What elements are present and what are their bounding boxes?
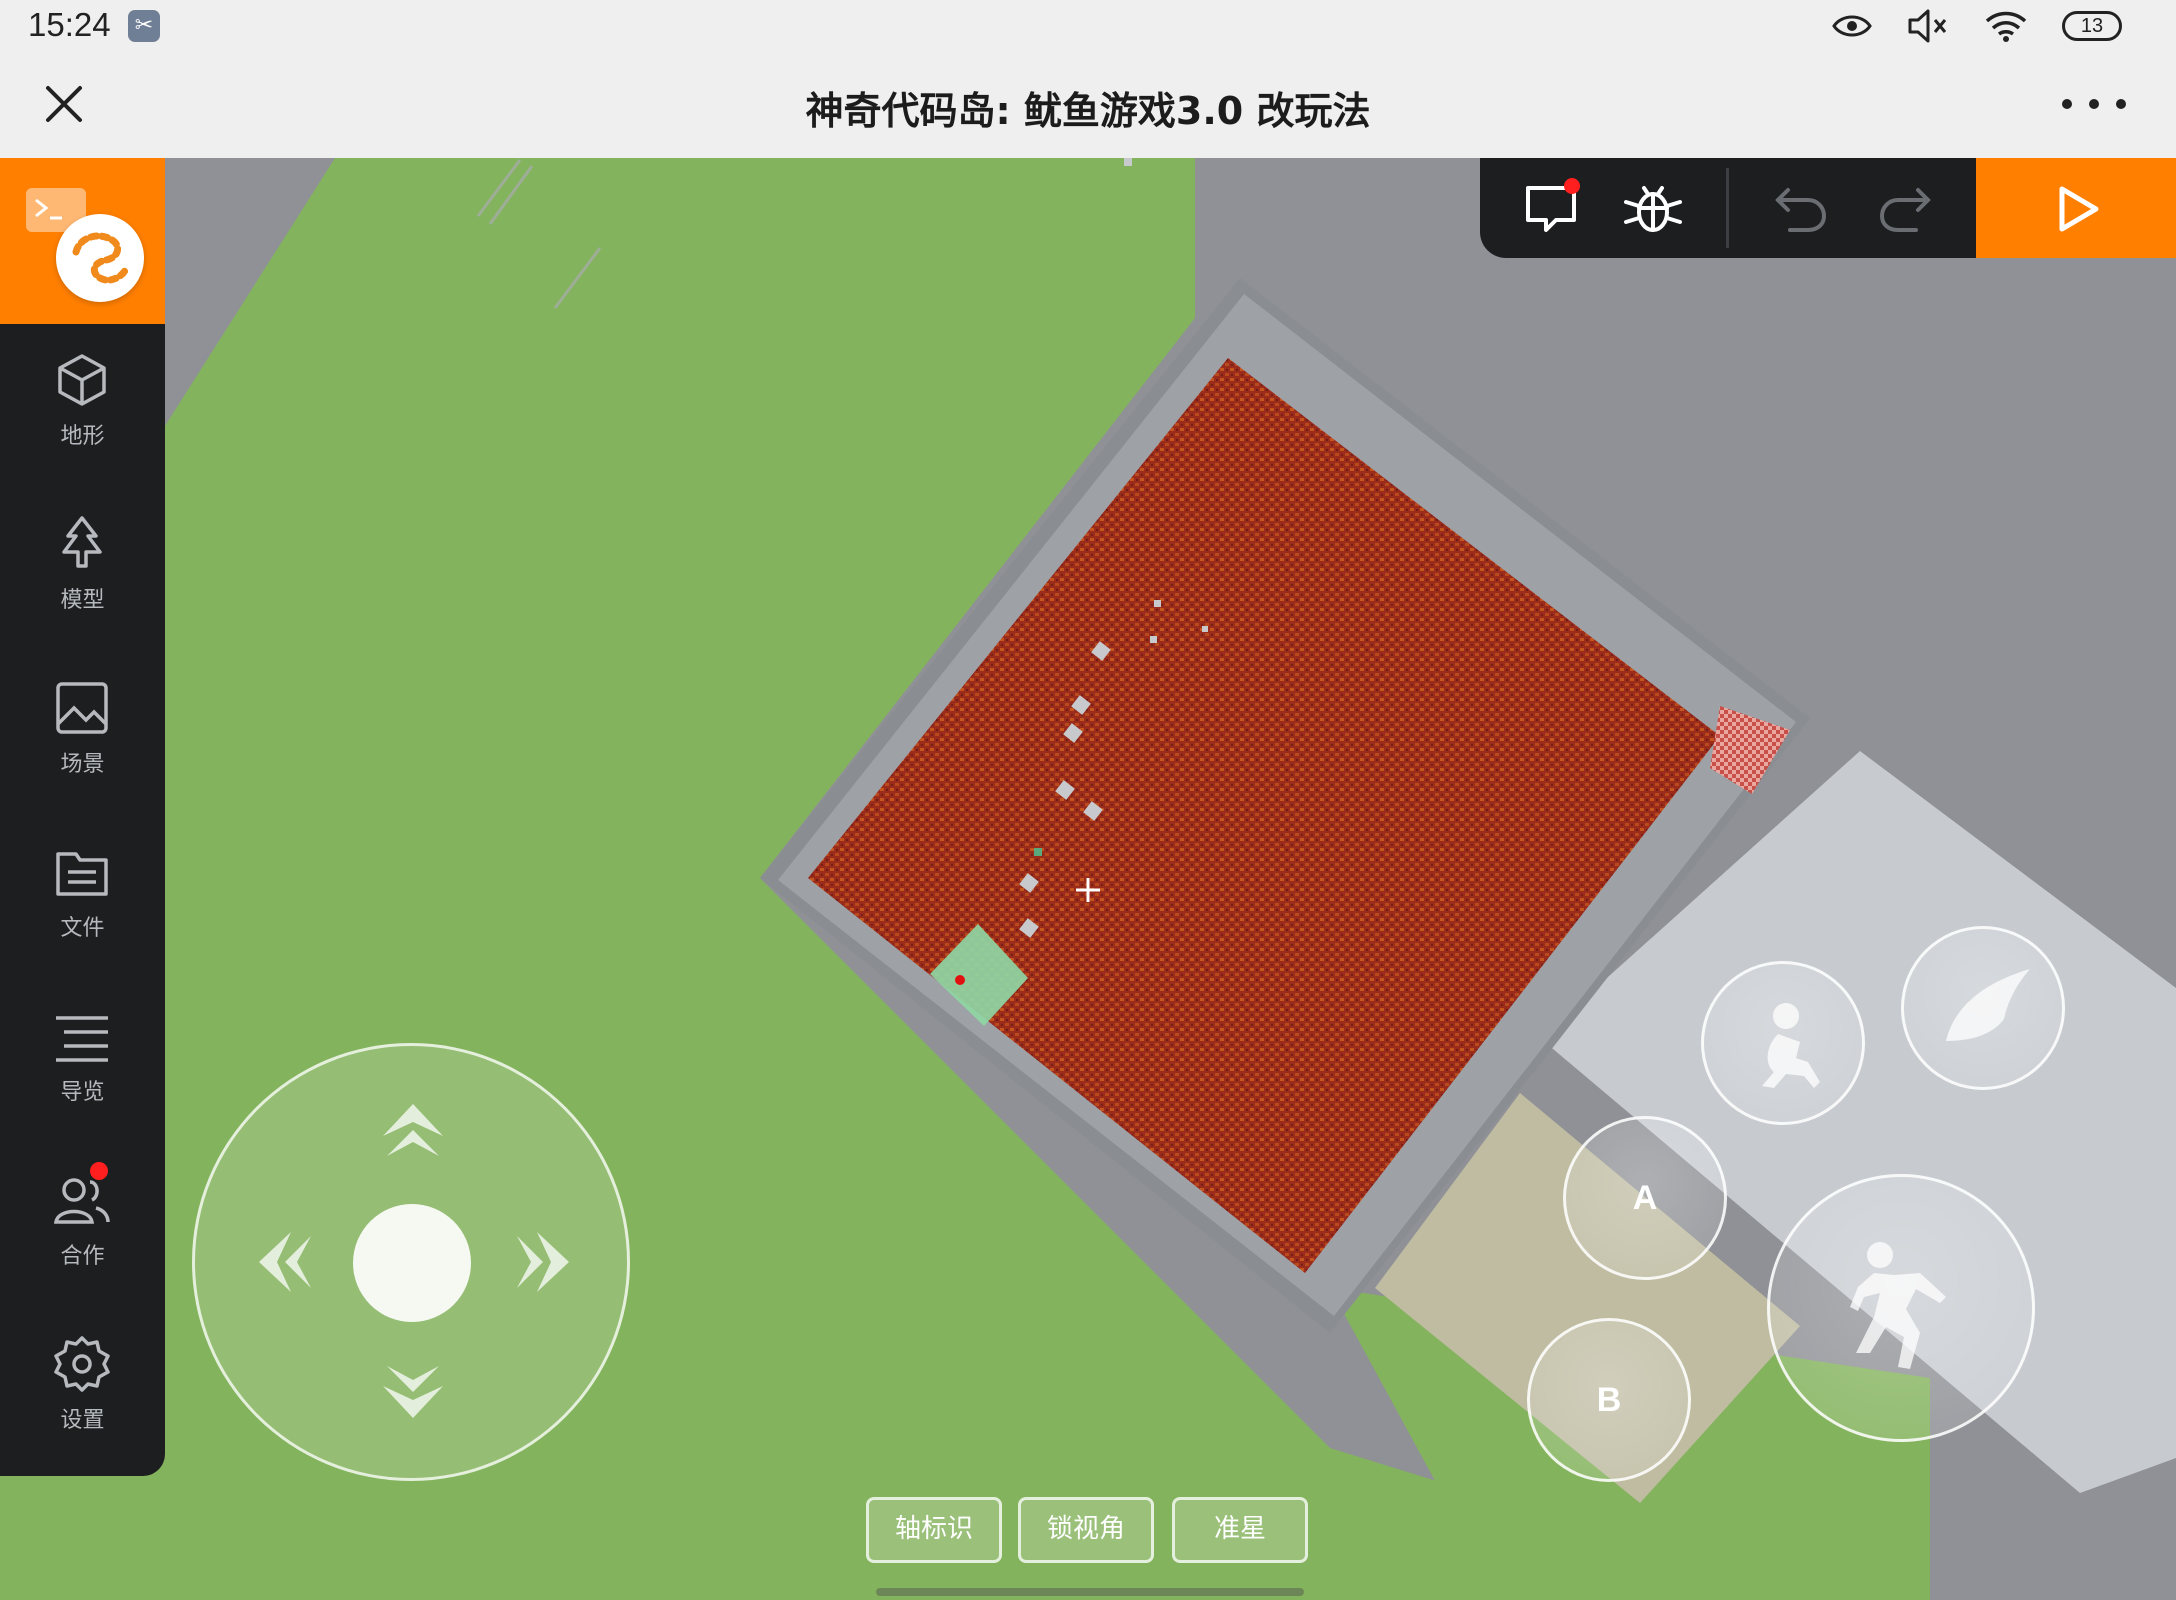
eye-icon (1832, 15, 1872, 37)
sidebar-item-collab[interactable]: 合作 (0, 1148, 165, 1288)
code-panel-button[interactable] (0, 158, 165, 324)
tree-icon (62, 516, 102, 568)
battery-icon: 13 (2062, 11, 2122, 41)
status-time: 15:24 (28, 6, 111, 43)
more-dots-icon[interactable] (2062, 80, 2126, 128)
list-icon (56, 1016, 108, 1062)
cube-icon (58, 354, 106, 406)
notification-badge (90, 1162, 108, 1180)
bug-icon[interactable] (1622, 178, 1684, 240)
sidebar-item-label: 文件 (60, 916, 105, 941)
title-bar: 神奇代码岛: 鱿鱼游戏3.0 改玩法 (0, 50, 2176, 158)
scissors-icon: ✂ (128, 10, 160, 42)
crouch-button[interactable] (1701, 961, 1865, 1125)
sidebar-item-label: 地形 (60, 424, 105, 449)
play-icon (2059, 186, 2099, 232)
redo-icon[interactable] (1872, 178, 1934, 240)
wifi-icon (1985, 11, 2027, 42)
arrow-right-icon (517, 1232, 569, 1292)
editor-sidebar: 地形 模型 场景 文件 导览 合作 设置 (0, 158, 165, 1476)
sidebar-item-model[interactable]: 模型 (0, 492, 165, 632)
toolbar-divider (1726, 168, 1729, 248)
axis-toggle[interactable]: 轴标识 (866, 1497, 1002, 1563)
crosshair-toggle[interactable]: 准星 (1172, 1497, 1308, 1563)
home-indicator (876, 1588, 1304, 1596)
fly-button[interactable] (1901, 926, 2065, 1090)
status-bar: 15:24 ✂ 13 (0, 0, 2176, 50)
lock-view-toggle[interactable]: 锁视角 (1018, 1497, 1154, 1563)
arrow-down-icon (383, 1366, 443, 1418)
sidebar-item-label: 模型 (60, 588, 105, 613)
status-icons: 13 (1832, 4, 2122, 48)
arrow-up-icon (383, 1104, 443, 1156)
sidebar-item-label: 导览 (60, 1080, 105, 1105)
arrow-left-icon (259, 1232, 311, 1292)
run-button[interactable] (1976, 158, 2176, 258)
sidebar-item-terrain[interactable]: 地形 (0, 328, 165, 468)
action-a-button[interactable]: A (1563, 1116, 1727, 1280)
comment-icon[interactable] (1522, 178, 1584, 240)
movement-joystick[interactable] (192, 1043, 630, 1481)
sidebar-item-scene[interactable]: 场景 (0, 656, 165, 796)
image-icon (56, 682, 108, 734)
speaker-muted-icon (1908, 9, 1947, 43)
gear-icon (54, 1336, 110, 1392)
joystick-knob[interactable] (353, 1204, 471, 1322)
crouch-icon (1762, 1003, 1820, 1088)
sidebar-item-settings[interactable]: 设置 (0, 1312, 165, 1452)
sidebar-item-label: 合作 (60, 1244, 105, 1269)
action-b-button[interactable]: B (1527, 1318, 1691, 1482)
action-b-label: B (1596, 1380, 1622, 1419)
player-marker (955, 975, 965, 985)
app-logo-icon[interactable] (56, 214, 144, 302)
sidebar-item-files[interactable]: 文件 (0, 820, 165, 960)
sidebar-item-label: 场景 (60, 752, 105, 777)
sidebar-item-outline[interactable]: 导览 (0, 984, 165, 1124)
page-title: 神奇代码岛: 鱿鱼游戏3.0 改玩法 (805, 89, 1371, 133)
folder-icon (56, 852, 108, 896)
action-a-label: A (1632, 1178, 1658, 1217)
undo-icon[interactable] (1772, 178, 1834, 240)
wing-icon (1946, 969, 2030, 1041)
jump-button[interactable] (1767, 1174, 2035, 1442)
sidebar-item-label: 设置 (60, 1408, 105, 1433)
jump-icon (1850, 1242, 1946, 1369)
editor-toolbar (1480, 158, 2176, 258)
